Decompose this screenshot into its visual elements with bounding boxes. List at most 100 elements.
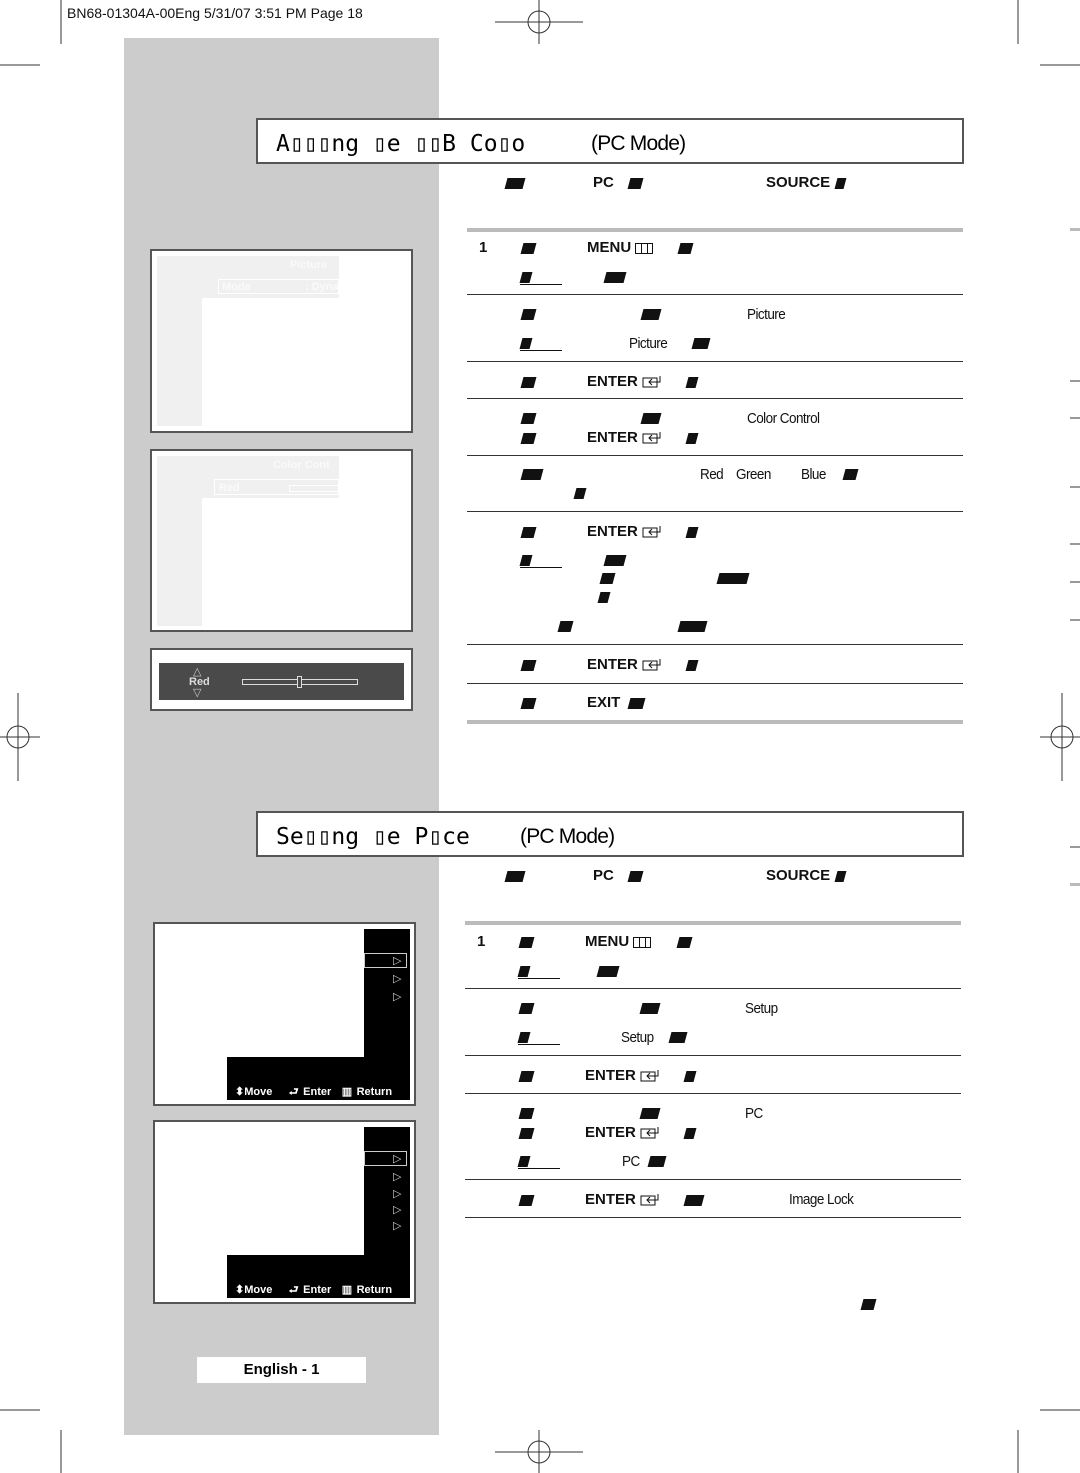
- divider: [465, 1217, 961, 1218]
- divider: [467, 294, 963, 295]
- print-header: BN68-01304A-00Eng 5/31/07 3:51 PM Page 1…: [67, 5, 363, 21]
- divider: [465, 1093, 961, 1094]
- move-icon: ⬍: [235, 1284, 245, 1296]
- divider: [467, 361, 963, 362]
- move-icon: ⬍: [235, 1086, 245, 1098]
- submenu-arrow-icon: ▷: [393, 1220, 402, 1232]
- exit-key: EXIT: [587, 694, 621, 711]
- osd-return: Return: [356, 1086, 393, 1098]
- garbled-glyph: [640, 309, 662, 320]
- section-title-mode: (PC Mode): [520, 825, 615, 848]
- section-title-box: A▯▯▯ng ▯e ▯▯B Co▯o (PC Mode): [256, 118, 964, 164]
- osd-enter: Enter: [303, 1086, 332, 1098]
- osd-mode-label: Mode: [222, 281, 251, 293]
- color-control-text: Color Control: [747, 410, 820, 427]
- enter-key: ENTER: [587, 524, 662, 540]
- underline: [518, 1168, 560, 1169]
- osd-help-bar: ⬍Move ⮐ Enter ▥ Return: [235, 1280, 410, 1300]
- divider: [465, 921, 961, 925]
- garbled-glyph: [603, 272, 627, 283]
- divider: [467, 720, 963, 724]
- slider-thumb[interactable]: [297, 676, 302, 688]
- garbled-glyph: [683, 1195, 705, 1206]
- garbled-glyph: [691, 338, 711, 349]
- osd-move: Move: [244, 1086, 273, 1098]
- enter-key: ENTER: [587, 657, 662, 673]
- submenu-arrow-icon: ▷: [393, 955, 402, 967]
- menu-icon: ▥: [341, 1086, 353, 1098]
- osd-screen-red-slider: △ Red ▽: [150, 648, 413, 711]
- enter-key: ENTER: [585, 1125, 660, 1141]
- garbled-glyph: [677, 621, 708, 632]
- divider: [465, 1055, 961, 1056]
- osd-help-bar: ⬍Move ⮐ Enter ▥ Return: [235, 1082, 410, 1102]
- divider: [465, 1179, 961, 1180]
- enter-label: ENTER: [587, 523, 638, 540]
- osd-screen-picture: Picture Mode : Dyna: [150, 249, 413, 433]
- enter-label: ENTER: [585, 1191, 636, 1208]
- divider: [465, 988, 961, 989]
- source-label: SOURCE: [766, 174, 831, 191]
- menu-icon: [633, 936, 652, 948]
- osd-move: Move: [244, 1284, 273, 1296]
- garbled-glyph: [639, 1003, 661, 1014]
- section-title: Se▯▯ng ▯e P▯ce: [276, 824, 470, 850]
- picture-text: Picture: [629, 335, 668, 352]
- divider: [467, 228, 963, 232]
- enter-icon: ⮐: [288, 1284, 299, 1296]
- osd-item-red: Red: [219, 482, 240, 494]
- enter-label: ENTER: [587, 656, 638, 673]
- setup-text: Setup: [621, 1029, 654, 1046]
- green-text: Green: [736, 466, 771, 483]
- garbled-glyph: [668, 1032, 688, 1043]
- enter-label: ENTER: [585, 1124, 636, 1141]
- menu-icon: [635, 242, 654, 254]
- divider: [467, 398, 963, 399]
- enter-icon: [642, 432, 661, 444]
- setup-text: Setup: [745, 1000, 778, 1017]
- underline: [520, 350, 562, 351]
- divider: [467, 455, 963, 456]
- enter-icon: [640, 1194, 659, 1206]
- garbled-glyph: [716, 573, 750, 584]
- osd-screen-setup: ▷ ▷ ▷ ⬍Move ⮐ Enter ▥ Return: [153, 922, 416, 1106]
- page-number: English - 1: [197, 1357, 366, 1383]
- garbled-glyph: [627, 698, 646, 709]
- enter-icon: [640, 1127, 659, 1139]
- osd-title: Picture: [290, 259, 328, 271]
- osd-mode-value: : Dyna: [305, 281, 339, 293]
- enter-icon: [642, 376, 661, 388]
- submenu-arrow-icon: ▷: [393, 973, 402, 985]
- enter-label: ENTER: [587, 373, 638, 390]
- enter-key: ENTER: [587, 430, 662, 446]
- pc-label: PC: [593, 174, 614, 191]
- submenu-arrow-icon: ▷: [393, 1188, 402, 1200]
- menu-label: MENU: [587, 239, 632, 256]
- osd-screen-color-control: Color Cont Red: [150, 449, 413, 632]
- osd-title: Color Cont: [273, 459, 330, 471]
- underline: [518, 978, 560, 979]
- menu-key: MENU: [587, 239, 654, 256]
- red-slider-track[interactable]: [242, 676, 358, 688]
- divider: [467, 511, 963, 512]
- underline: [520, 567, 562, 568]
- picture-text: Picture: [747, 306, 786, 323]
- garbled-glyph: [603, 555, 627, 566]
- osd-enter: Enter: [303, 1284, 332, 1296]
- step-number: 1: [479, 239, 488, 256]
- arrow-down-icon: ▽: [193, 687, 202, 699]
- step-number: 1: [477, 933, 486, 950]
- garbled-glyph: [596, 966, 620, 977]
- divider: [467, 644, 963, 645]
- section-title: A▯▯▯ng ▯e ▯▯B Co▯o: [276, 131, 526, 157]
- underline: [518, 1044, 560, 1045]
- menu-label: MENU: [585, 933, 630, 950]
- red-text: Red: [700, 466, 724, 483]
- enter-key: ENTER: [585, 1192, 660, 1208]
- enter-label: ENTER: [587, 429, 638, 446]
- submenu-arrow-icon: ▷: [393, 991, 402, 1003]
- garbled-glyph: [504, 178, 526, 189]
- enter-icon: [640, 1070, 659, 1082]
- menu-icon: ▥: [341, 1284, 353, 1296]
- section-title-mode: (PC Mode): [591, 132, 686, 155]
